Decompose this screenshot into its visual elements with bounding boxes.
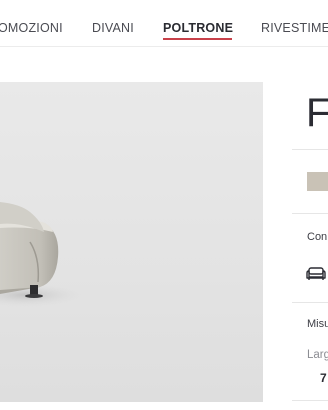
width-label: Larg: [307, 349, 328, 361]
divider-3: [292, 302, 328, 303]
measures-label: Misu: [307, 318, 328, 330]
color-swatch[interactable]: [307, 172, 328, 191]
product-title: F: [306, 91, 328, 135]
armchair-illustration: [0, 202, 85, 307]
product-image: [0, 82, 263, 402]
active-nav-underline: [163, 38, 232, 40]
nav-item-divani[interactable]: DIVANI: [92, 21, 134, 35]
width-value: 7: [320, 371, 327, 385]
nav-item-rivestimenti[interactable]: RIVESTIMEN: [261, 21, 328, 35]
configuration-label: Con: [307, 231, 328, 243]
top-navigation: OMOZIONI DIVANI POLTRONE RIVESTIMEN: [0, 0, 328, 47]
divider-1: [292, 149, 328, 150]
nav-item-poltrone[interactable]: POLTRONE: [163, 21, 233, 35]
product-page: OMOZIONI DIVANI POLTRONE RIVESTIMEN: [0, 0, 328, 410]
nav-item-promozioni[interactable]: OMOZIONI: [0, 21, 63, 35]
divider-4: [292, 400, 328, 401]
divider-2: [292, 213, 328, 214]
sofa-icon[interactable]: [305, 264, 327, 282]
